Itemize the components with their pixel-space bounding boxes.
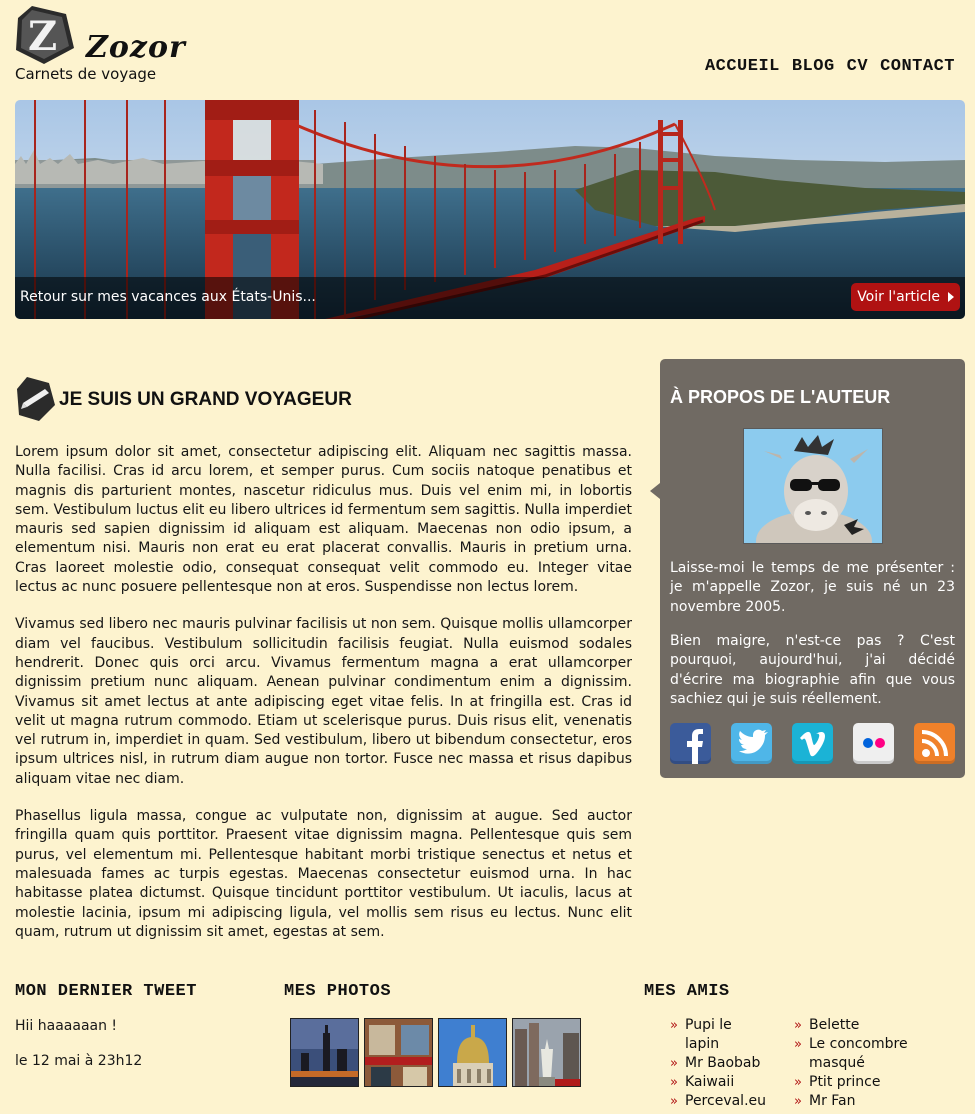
main-nav: ACCUEIL BLOG CV CONTACT	[705, 57, 955, 76]
vimeo-icon	[800, 731, 825, 757]
storefront-photo	[365, 1019, 432, 1086]
arrow-right-icon	[948, 292, 954, 302]
twitter-link[interactable]	[731, 723, 772, 764]
photo-thumbnail[interactable]	[438, 1018, 507, 1087]
brand-tagline: Carnets de voyage	[15, 65, 157, 83]
friend-link[interactable]: Le concombre masqué	[794, 1035, 934, 1073]
tweet-section-title: MON DERNIER TWEET	[15, 982, 197, 1001]
twitter-icon	[739, 729, 768, 754]
friend-link[interactable]: Ptit prince	[794, 1073, 934, 1092]
bio-paragraph: Bien maigre, n'est-ce pas ? C'est pourqu…	[670, 633, 955, 707]
banner-caption: Retour sur mes vacances aux États-Unis..…	[20, 289, 316, 305]
flickr-link[interactable]	[853, 723, 894, 764]
article-header: JE SUIS UN GRAND VOYAGEUR	[15, 375, 632, 425]
rss-icon	[921, 730, 948, 757]
photo-gallery	[290, 1018, 581, 1087]
city-night-photo	[291, 1019, 358, 1086]
read-article-button[interactable]: Voir l'article	[851, 283, 960, 311]
brand-name: Zozor	[86, 30, 186, 65]
friend-link[interactable]: Mr Baobab	[670, 1054, 765, 1073]
friend-link[interactable]: Kaiwaii	[670, 1073, 765, 1092]
friends-section-title: MES AMIS	[644, 982, 730, 1001]
photo-thumbnail[interactable]	[512, 1018, 581, 1087]
facebook-icon	[687, 729, 703, 764]
panel-pointer	[650, 483, 660, 499]
hero-banner: Retour sur mes vacances aux États-Unis..…	[15, 100, 965, 319]
zozor-portrait-icon	[744, 429, 882, 543]
tweet-date: le 12 mai à 23h12	[15, 1053, 143, 1069]
article-paragraph: Phasellus ligula massa, congue ac vulput…	[15, 808, 632, 940]
tweet-text: Hii haaaaaan !	[15, 1018, 118, 1034]
friend-link[interactable]: Belette	[794, 1016, 934, 1035]
friends-column: Pupi le lapin Mr Baobab Kaiwaii Perceval…	[670, 1016, 794, 1111]
read-article-label: Voir l'article	[857, 289, 940, 305]
friends-column: Belette Le concombre masqué Ptit prince …	[794, 1016, 934, 1111]
zozor-logo-icon: Z	[16, 6, 74, 64]
main-article: JE SUIS UN GRAND VOYAGEUR Lorem ipsum do…	[15, 375, 632, 942]
article-title: JE SUIS UN GRAND VOYAGEUR	[59, 389, 352, 410]
friend-link[interactable]: Perceval.eu	[670, 1092, 766, 1111]
nav-accueil[interactable]: ACCUEIL	[705, 57, 780, 76]
friend-link[interactable]: Pupi le lapin	[670, 1016, 765, 1054]
photo-thumbnail[interactable]	[364, 1018, 433, 1087]
about-author-panel: À PROPOS DE L'AUTEUR Laisse-moi le temps…	[650, 359, 965, 778]
about-author-title: À PROPOS DE L'AUTEUR	[670, 387, 891, 407]
photos-section-title: MES PHOTOS	[284, 982, 392, 1001]
author-avatar	[743, 428, 883, 544]
article-paragraph: Vivamus sed libero nec mauris pulvinar f…	[15, 616, 632, 787]
rss-link[interactable]	[914, 723, 955, 764]
vimeo-link[interactable]	[792, 723, 833, 764]
dome-photo	[439, 1019, 506, 1086]
nav-contact[interactable]: CONTACT	[880, 57, 955, 76]
social-links	[670, 723, 955, 764]
photo-thumbnail[interactable]	[290, 1018, 359, 1087]
banner-caption-bar: Retour sur mes vacances aux États-Unis..…	[15, 277, 965, 319]
friends-list: Pupi le lapin Mr Baobab Kaiwaii Perceval…	[670, 1016, 934, 1111]
friend-link[interactable]: Mr Fan	[794, 1092, 934, 1111]
statue-skyline-photo	[513, 1019, 580, 1086]
nav-blog[interactable]: BLOG	[792, 57, 835, 76]
nav-cv[interactable]: CV	[847, 57, 868, 76]
svg-text:Z: Z	[28, 13, 57, 60]
flickr-icon	[863, 738, 885, 748]
bio-paragraph: Laisse-moi le temps de me présenter : je…	[670, 560, 955, 615]
article-paragraph: Lorem ipsum dolor sit amet, consectetur …	[15, 444, 632, 596]
site-logo[interactable]: Z Zozor Carnets de voyage	[14, 4, 186, 86]
facebook-link[interactable]	[670, 723, 711, 764]
pen-badge-icon	[17, 377, 55, 421]
